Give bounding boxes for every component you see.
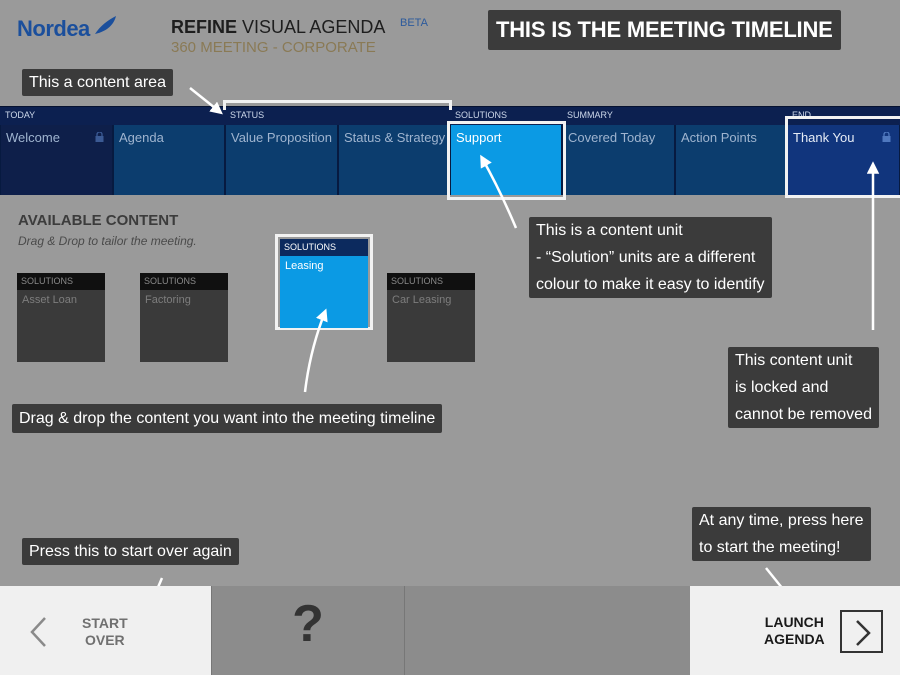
lock-icon xyxy=(882,132,891,142)
section-solutions: SOLUTIONS xyxy=(455,110,508,120)
chevron-right-icon xyxy=(856,620,871,646)
unit-welcome[interactable]: Welcome xyxy=(0,125,113,195)
card-label: Leasing xyxy=(285,260,324,272)
card-section: SOLUTIONS xyxy=(387,273,475,290)
section-end: END xyxy=(792,110,812,120)
sail-icon xyxy=(94,16,116,34)
callout-line: At any time, press here xyxy=(699,512,864,529)
unit-support[interactable]: Support xyxy=(450,125,562,195)
content-card-leasing[interactable]: SOLUTIONS Leasing xyxy=(280,239,368,328)
launch-callout: At any time, press here to start the mee… xyxy=(692,507,871,561)
locked-unit-callout: This content unit is locked and cannot b… xyxy=(728,347,879,428)
launch-agenda-label: LAUNCH AGENDA xyxy=(764,614,825,648)
bottom-bar: START OVER ? LAUNCH AGENDA xyxy=(0,586,900,675)
callout-line: This content unit xyxy=(735,352,853,369)
logo-text: Nordea xyxy=(17,16,90,41)
meeting-subtitle: 360 MEETING - CORPORATE xyxy=(171,39,376,56)
help-icon: ? xyxy=(292,595,324,653)
unit-label: Action Points xyxy=(681,130,757,145)
content-card-car-leasing[interactable]: SOLUTIONS Car Leasing xyxy=(387,273,475,362)
card-section: SOLUTIONS xyxy=(140,273,228,290)
launch-line: AGENDA xyxy=(764,631,825,647)
content-unit-callout: This is a content unit - “Solution” unit… xyxy=(529,217,772,298)
unit-agenda[interactable]: Agenda xyxy=(113,125,225,195)
unit-label: Welcome xyxy=(6,130,60,145)
callout-line: - “Solution” units are a different xyxy=(536,249,756,266)
content-card-asset-loan[interactable]: SOLUTIONS Asset Loan xyxy=(17,273,105,362)
meeting-timeline: TODAY STATUS SOLUTIONS SUMMARY END Welco… xyxy=(0,106,900,195)
section-summary: SUMMARY xyxy=(567,110,613,120)
unit-label: Agenda xyxy=(119,130,164,145)
available-content-title: AVAILABLE CONTENT xyxy=(18,212,179,229)
next-button[interactable] xyxy=(840,610,883,653)
card-label: Factoring xyxy=(145,294,191,306)
unit-status-strategy[interactable]: Status & Strategy xyxy=(338,125,450,195)
content-area-callout: This a content area xyxy=(22,69,173,96)
start-over-line: OVER xyxy=(84,632,125,648)
bottom-spacer xyxy=(405,586,690,675)
app-title-bold: REFINE xyxy=(171,17,238,37)
help-button[interactable]: ? xyxy=(211,586,405,675)
unit-label: Value Proposition xyxy=(231,130,332,145)
chevron-left-icon xyxy=(30,617,46,647)
unit-value-proposition[interactable]: Value Proposition xyxy=(225,125,338,195)
timeline-callout: THIS IS THE MEETING TIMELINE xyxy=(488,10,841,50)
unit-action-points[interactable]: Action Points xyxy=(675,125,787,195)
unit-label: Covered Today xyxy=(568,130,656,145)
unit-thank-you[interactable]: Thank You xyxy=(787,125,900,195)
app-title-rest: VISUAL AGENDA xyxy=(237,17,386,37)
start-over-callout: Press this to start over again xyxy=(22,538,239,565)
unit-label: Status & Strategy xyxy=(344,130,446,145)
callout-line: cannot be removed xyxy=(735,406,872,423)
available-content-subtitle: Drag & Drop to tailor the meeting. xyxy=(18,234,197,248)
start-over-label: START OVER xyxy=(82,615,128,649)
callout-line: to start the meeting! xyxy=(699,539,841,556)
content-card-factoring[interactable]: SOLUTIONS Factoring xyxy=(140,273,228,362)
card-section: SOLUTIONS xyxy=(280,239,368,256)
callout-line: This is a content unit xyxy=(536,222,683,239)
card-label: Car Leasing xyxy=(392,294,452,306)
lock-icon xyxy=(95,132,104,142)
callout-line: colour to make it easy to identify xyxy=(536,276,765,293)
card-section: SOLUTIONS xyxy=(17,273,105,290)
drag-drop-callout: Drag & drop the content you want into th… xyxy=(12,404,443,433)
unit-covered-today[interactable]: Covered Today xyxy=(562,125,675,195)
launch-line: LAUNCH xyxy=(764,614,824,630)
start-over-button[interactable]: START OVER xyxy=(0,586,211,675)
card-label: Asset Loan xyxy=(22,294,78,306)
beta-badge: BETA xyxy=(400,17,428,29)
unit-label: Support xyxy=(456,130,502,145)
callout-line: is locked and xyxy=(735,379,829,396)
unit-label: Thank You xyxy=(793,130,855,145)
section-today: TODAY xyxy=(5,110,36,120)
app-title: REFINE VISUAL AGENDA xyxy=(171,17,385,38)
section-status: STATUS xyxy=(230,110,265,120)
nordea-logo: Nordea xyxy=(17,16,118,42)
start-over-line: START xyxy=(82,615,128,631)
